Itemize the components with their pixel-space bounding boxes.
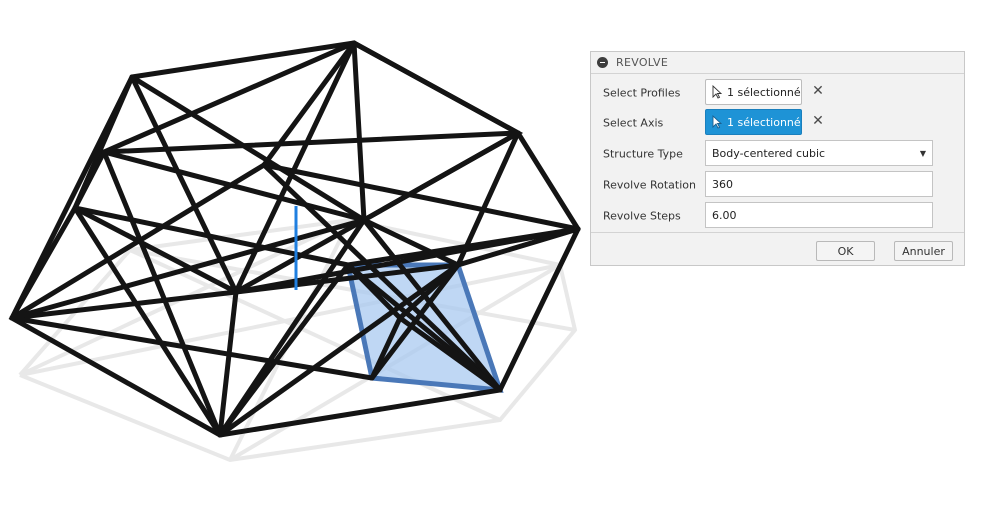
dialog-title: REVOLVE (616, 56, 669, 69)
structure-type-select[interactable]: Body-centered cubic ▼ (705, 140, 933, 166)
arrow-cursor-icon (712, 85, 722, 99)
revolve-rotation-value: 360 (712, 177, 733, 191)
dialog-header[interactable]: REVOLVE (591, 52, 964, 74)
select-axis-value: 1 sélectionné (727, 115, 801, 129)
select-profiles-label: Select Profiles (603, 86, 681, 100)
structure-type-value: Body-centered cubic (712, 146, 826, 160)
revolve-rotation-label: Revolve Rotation (603, 178, 696, 192)
close-icon[interactable]: ✕ (810, 113, 826, 129)
revolve-steps-row: Revolve Steps 6.00 (591, 202, 964, 230)
select-axis-row: Select Axis 1 sélectionné ✕ (591, 109, 964, 137)
triangle-down-icon: ▼ (919, 149, 926, 158)
close-icon[interactable]: ✕ (810, 83, 826, 99)
revolve-steps-label: Revolve Steps (603, 209, 681, 223)
revolve-steps-value: 6.00 (712, 208, 737, 222)
minus-circle-icon[interactable] (597, 57, 608, 68)
select-axis-button[interactable]: 1 sélectionné (705, 109, 802, 135)
cancel-button[interactable]: Annuler (894, 241, 953, 261)
select-profiles-row: Select Profiles 1 sélectionné ✕ (591, 79, 964, 107)
arrow-cursor-icon (712, 115, 722, 129)
select-profiles-button[interactable]: 1 sélectionné (705, 79, 802, 105)
revolve-rotation-input[interactable]: 360 (705, 171, 933, 197)
ok-button[interactable]: OK (816, 241, 875, 261)
select-profiles-value: 1 sélectionné (727, 85, 801, 99)
revolve-steps-input[interactable]: 6.00 (705, 202, 933, 228)
select-axis-label: Select Axis (603, 116, 664, 130)
revolve-dialog: REVOLVE Select Profiles 1 sélectionné ✕ … (590, 51, 965, 266)
structure-type-row: Structure Type Body-centered cubic ▼ (591, 140, 964, 168)
revolve-rotation-row: Revolve Rotation 360 (591, 171, 964, 199)
dialog-footer: OK Annuler (591, 232, 964, 267)
structure-type-label: Structure Type (603, 147, 683, 161)
